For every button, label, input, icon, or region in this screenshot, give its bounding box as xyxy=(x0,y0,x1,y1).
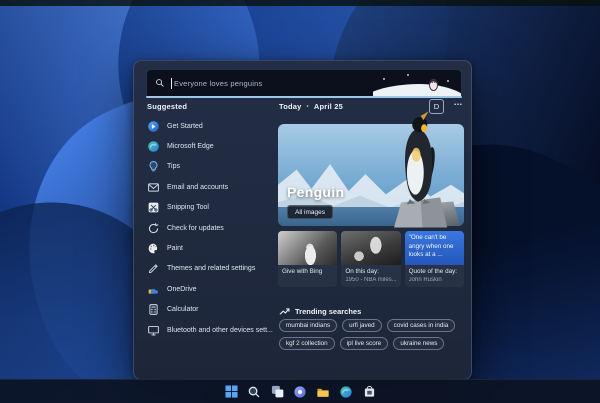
suggested-item-label: Bluetooth and other devices sett... xyxy=(167,326,273,334)
suggested-item-email-accounts[interactable]: Email and accounts xyxy=(147,177,277,197)
text-caret xyxy=(171,77,172,89)
mini-penguin-icon xyxy=(429,78,438,91)
envelope-icon xyxy=(147,181,160,194)
suggested-item-tips[interactable]: Tips xyxy=(147,157,277,177)
more-options-button[interactable]: … xyxy=(454,97,464,107)
start-button[interactable] xyxy=(223,383,240,400)
quote-panel: "One can't be angry when one looks at a … xyxy=(404,231,464,265)
calculator-icon xyxy=(147,303,160,316)
penguin-illustration xyxy=(394,111,448,228)
search-penguin-illustration xyxy=(373,71,461,96)
snow-drift xyxy=(373,83,461,96)
suggested-item-label: Calculator xyxy=(167,306,199,314)
star-icon xyxy=(383,77,385,80)
today-heading[interactable]: Today • April 25 xyxy=(279,102,343,111)
screen-edge-band xyxy=(0,0,600,6)
card-give-with-bing[interactable]: Give with Bing xyxy=(278,231,338,287)
suggested-item-get-started[interactable]: Get Started xyxy=(147,116,277,136)
quote-text: "One can't be angry when one looks at a … xyxy=(408,234,454,258)
microsoft-store-icon xyxy=(364,385,374,397)
suggested-item-label: Email and accounts xyxy=(167,183,229,191)
trending-pills: mumbai indians urfi javed covid cases in… xyxy=(279,319,464,350)
taskbar-search-button[interactable] xyxy=(246,383,263,400)
microsoft-edge-icon xyxy=(340,385,352,398)
card-caption: Give with Bing xyxy=(282,268,323,275)
suggested-item-paint[interactable]: Paint xyxy=(147,238,277,258)
trending-pill[interactable]: ukraine news xyxy=(393,337,445,350)
card-image xyxy=(341,231,401,265)
suggested-item-label: OneDrive xyxy=(167,285,197,293)
trending-pill[interactable]: covid cases in india xyxy=(386,319,456,332)
star-icon xyxy=(407,73,409,76)
suggested-item-onedrive[interactable]: OneDrive xyxy=(147,279,277,299)
suggested-item-themes[interactable]: Themes and related settings xyxy=(147,259,277,279)
trending-pill[interactable]: mumbai indians xyxy=(279,319,338,332)
suggested-list: Get Started Microsoft Edge Tips Email an… xyxy=(147,116,277,340)
star-icon xyxy=(447,79,449,82)
hero-card-penguin[interactable]: Penguin All images xyxy=(278,111,464,228)
trending-header: Trending searches xyxy=(279,306,361,317)
suggested-item-label: Tips xyxy=(167,163,180,171)
monitor-icon xyxy=(147,324,160,337)
scissors-icon xyxy=(147,201,160,214)
taskbar xyxy=(0,379,600,403)
refresh-icon xyxy=(147,222,160,235)
pencil-icon xyxy=(147,262,160,275)
card-subcaption: 1950 - NBA miles... xyxy=(345,276,397,283)
search-icon xyxy=(248,386,260,397)
search-query-text[interactable]: Everyone loves penguins xyxy=(174,79,262,88)
windows-logo-icon xyxy=(224,385,238,398)
widgets-icon xyxy=(294,385,306,398)
file-explorer-button[interactable] xyxy=(315,383,332,400)
date-label: April 25 xyxy=(313,102,343,111)
microsoft-edge-icon xyxy=(147,140,160,153)
trending-pill[interactable]: ipl live score xyxy=(339,337,389,350)
onedrive-cloud-icon xyxy=(147,283,160,296)
task-view-button[interactable] xyxy=(269,383,286,400)
suggested-item-label: Check for updates xyxy=(167,224,224,232)
suggested-item-microsoft-edge[interactable]: Microsoft Edge xyxy=(147,136,277,156)
suggested-item-label: Get Started xyxy=(167,122,203,130)
search-panel: Everyone loves penguins Suggested Today … xyxy=(133,60,472,380)
microsoft-store-button[interactable] xyxy=(361,383,378,400)
card-subcaption: John Ruskin xyxy=(408,276,442,283)
all-images-button[interactable]: All images xyxy=(287,205,333,219)
suggested-item-label: Microsoft Edge xyxy=(167,143,214,151)
get-started-icon xyxy=(147,120,160,133)
today-label: Today xyxy=(279,102,302,111)
search-icon xyxy=(156,79,164,87)
card-on-this-day[interactable]: On this day: 1950 - NBA miles... xyxy=(341,231,401,287)
suggested-item-label: Snipping Tool xyxy=(167,204,209,212)
palette-icon xyxy=(147,242,160,255)
search-accent-underline xyxy=(146,96,462,98)
card-quote-of-the-day[interactable]: "One can't be angry when one looks at a … xyxy=(404,231,464,287)
trending-pill[interactable]: kgf 2 collection xyxy=(279,337,335,350)
folder-icon xyxy=(317,388,329,397)
trending-pill[interactable]: urfi javed xyxy=(342,319,382,332)
suggested-item-label: Themes and related settings xyxy=(167,265,256,273)
desktop: Everyone loves penguins Suggested Today … xyxy=(0,0,600,403)
trending-icon xyxy=(279,308,290,315)
card-caption: On this day: xyxy=(345,268,379,275)
suggested-item-calculator[interactable]: Calculator xyxy=(147,300,277,320)
hero-title: Penguin xyxy=(287,184,345,200)
trending-title: Trending searches xyxy=(295,307,362,316)
dot-separator: • xyxy=(306,103,309,110)
suggested-item-bluetooth-devices[interactable]: Bluetooth and other devices sett... xyxy=(147,320,277,340)
lightbulb-icon xyxy=(147,160,160,173)
card-image xyxy=(278,231,338,265)
suggested-heading: Suggested xyxy=(147,102,188,111)
task-view-icon xyxy=(271,385,283,398)
suggested-item-snipping-tool[interactable]: Snipping Tool xyxy=(147,198,277,218)
edge-browser-button[interactable] xyxy=(338,383,355,400)
suggested-item-check-updates[interactable]: Check for updates xyxy=(147,218,277,238)
suggested-item-label: Paint xyxy=(167,245,183,253)
card-caption: Quote of the day: xyxy=(408,268,457,275)
search-input[interactable]: Everyone loves penguins xyxy=(146,69,462,96)
today-cards-row: Give with Bing On this day: 1950 - NBA m… xyxy=(278,231,464,287)
widgets-button[interactable] xyxy=(292,383,309,400)
